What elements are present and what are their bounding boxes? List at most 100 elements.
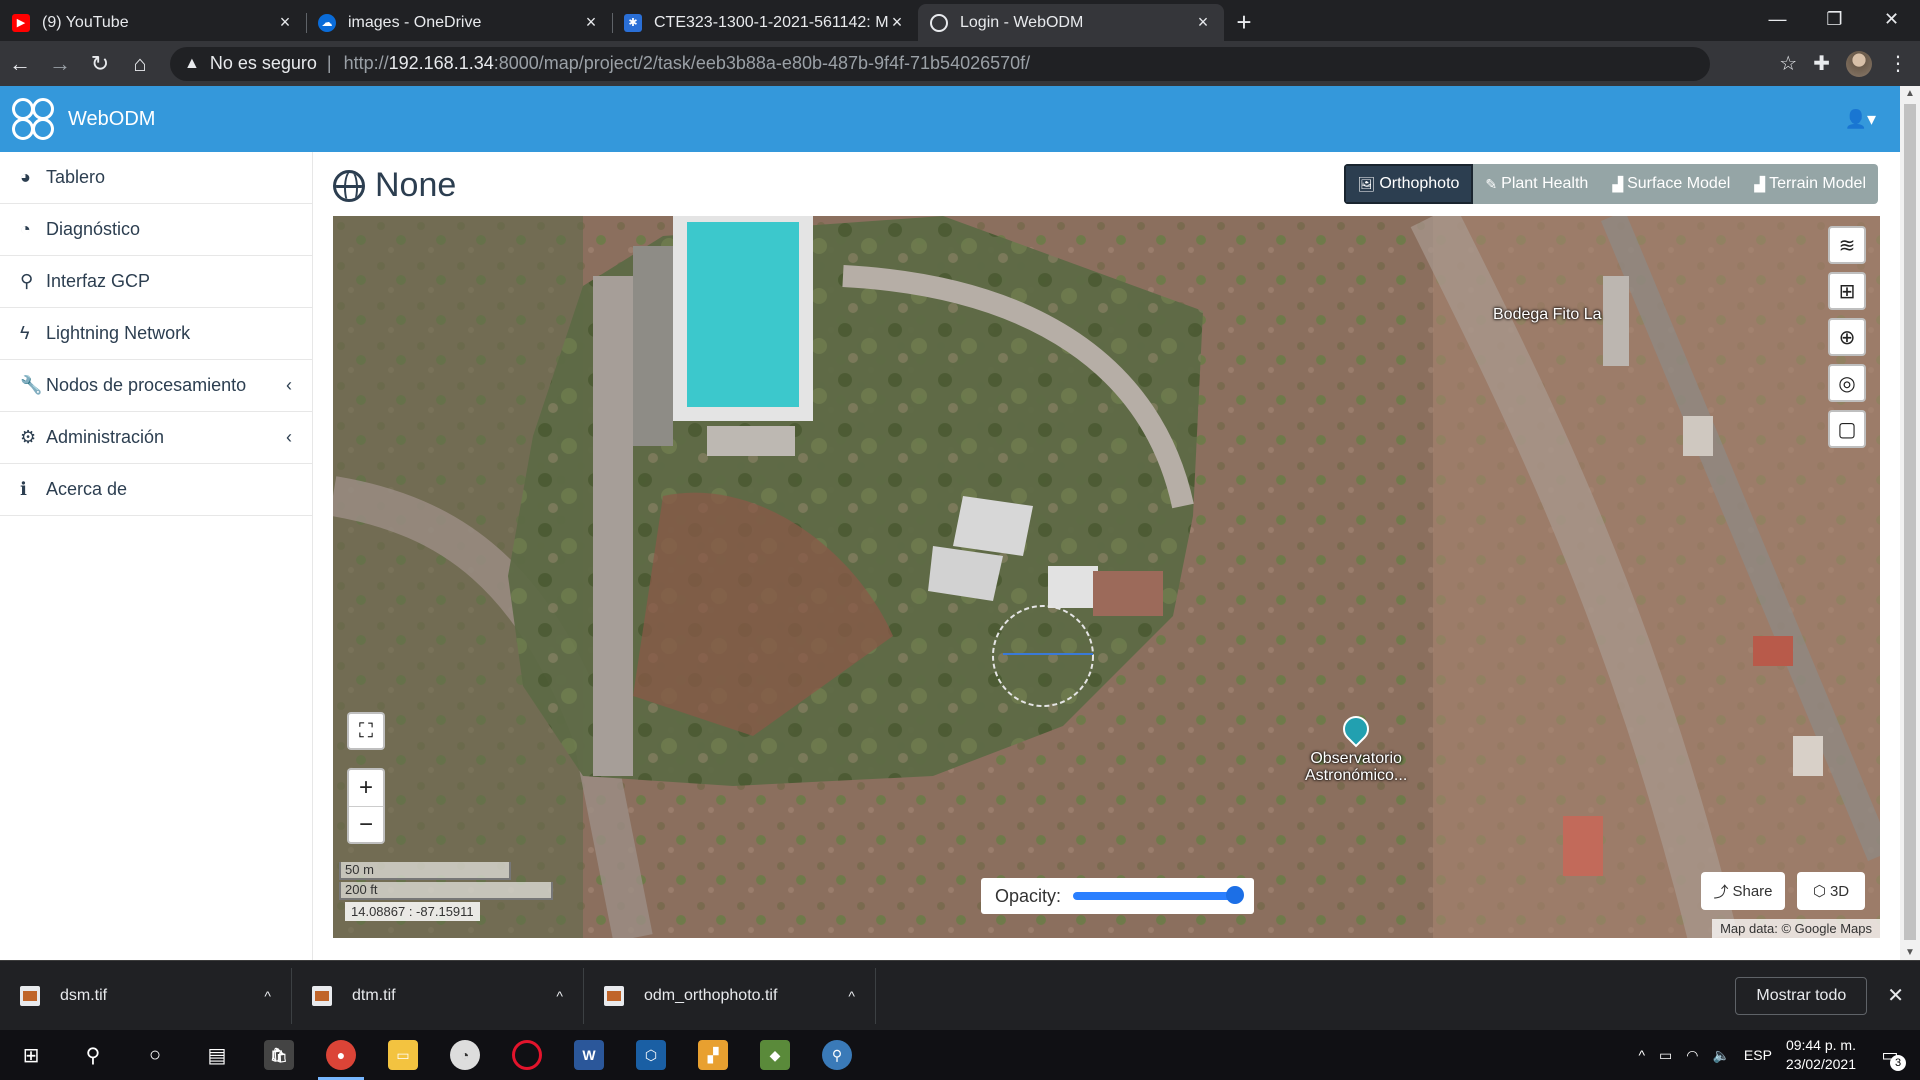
- store-icon[interactable]: 🛍: [248, 1030, 310, 1080]
- close-tab-icon[interactable]: ×: [1194, 12, 1212, 33]
- sidebar-item-interfaz-gcp[interactable]: ⚲ Interfaz GCP: [0, 256, 312, 308]
- bookmark-star-icon[interactable]: ☆: [1779, 51, 1797, 76]
- download-item[interactable]: dtm.tif ^: [292, 967, 584, 1024]
- download-item[interactable]: odm_orthophoto.tif ^: [584, 967, 876, 1024]
- browser-tab-webodm[interactable]: Login - WebODM ×: [918, 4, 1224, 41]
- browser-tab-moodle[interactable]: ✱ CTE323-1300-1-2021-561142: M... ×: [612, 4, 918, 41]
- volume-icon[interactable]: 🔈: [1712, 1047, 1729, 1064]
- chevron-up-icon[interactable]: ^: [264, 988, 271, 1004]
- address-separator: |: [326, 53, 332, 73]
- language-indicator[interactable]: ESP: [1744, 1047, 1772, 1063]
- map-viewer[interactable]: ≋ ⊞ ⊕ ◎ ▢ ⛶ + − 50 m 200 ft 14.08867 : -…: [333, 216, 1880, 938]
- chevron-up-icon[interactable]: ^: [848, 988, 855, 1004]
- page-scrollbar[interactable]: ▲ ▼: [1900, 86, 1920, 960]
- scale-bar-imperial: 200 ft: [339, 882, 553, 900]
- app-search-icon[interactable]: ⚲: [806, 1030, 868, 1080]
- map-marker-icon: ⚲: [20, 271, 34, 291]
- zoom-in-button[interactable]: +: [349, 770, 383, 806]
- contours-icon[interactable]: ◎: [1828, 364, 1866, 402]
- sidebar-item-diagnostico[interactable]: ◔ Diagnóstico: [0, 204, 312, 256]
- download-item[interactable]: dsm.tif ^: [0, 967, 292, 1024]
- security-label[interactable]: No es seguro: [210, 53, 317, 74]
- sidebar-item-label: Nodos de procesamiento: [46, 375, 247, 395]
- forward-arrow-icon[interactable]: →: [40, 44, 80, 84]
- scrollbar-thumb[interactable]: [1904, 104, 1916, 940]
- webodm-logo-icon[interactable]: [12, 98, 54, 140]
- reload-icon[interactable]: ↻: [80, 44, 120, 84]
- brand-name[interactable]: WebODM: [68, 108, 155, 131]
- close-icon[interactable]: ✕: [1887, 983, 1904, 1008]
- cube-icon: ⬡: [1812, 883, 1826, 900]
- measure-icon[interactable]: ▢: [1828, 410, 1866, 448]
- task-view-icon[interactable]: ▤: [186, 1030, 248, 1080]
- warning-icon[interactable]: ▲: [184, 55, 200, 73]
- show-all-downloads-button[interactable]: Mostrar todo: [1735, 976, 1868, 1015]
- chevron-up-icon[interactable]: ^: [1638, 1047, 1645, 1063]
- opera-icon[interactable]: [496, 1030, 558, 1080]
- user-menu-icon[interactable]: 👤▾: [1845, 109, 1876, 130]
- clock-app-icon[interactable]: ◔: [434, 1030, 496, 1080]
- address-bar[interactable]: ▲ No es seguro | http://192.168.1.34:800…: [170, 46, 1710, 81]
- chevron-up-icon[interactable]: ^: [556, 988, 563, 1004]
- close-window-icon[interactable]: ✕: [1863, 0, 1920, 38]
- download-filename: odm_orthophoto.tif: [644, 986, 778, 1004]
- taskbar-clock[interactable]: 09:44 p. m. 23/02/2021: [1786, 1036, 1856, 1074]
- plant-health-button[interactable]: ✎ Plant Health: [1473, 164, 1600, 204]
- share-icon: ⤴: [1713, 883, 1729, 901]
- chrome-icon[interactable]: ●: [310, 1030, 372, 1080]
- windows-start-icon[interactable]: ⊞: [0, 1030, 62, 1080]
- sidebar-item-label: Interfaz GCP: [46, 271, 151, 291]
- dashboard-icon: ◕: [20, 167, 31, 187]
- scroll-up-arrow-icon[interactable]: ▲: [1900, 88, 1920, 99]
- surface-model-button[interactable]: ▟ Surface Model: [1600, 164, 1742, 204]
- virtualbox-icon[interactable]: ⬡: [620, 1030, 682, 1080]
- cortana-icon[interactable]: ○: [124, 1030, 186, 1080]
- sidebar-item-nodos[interactable]: 🔧 Nodos de procesamiento ‹: [0, 360, 312, 412]
- fullscreen-icon[interactable]: ⛶: [347, 712, 385, 750]
- terrain-model-button[interactable]: ▟ Terrain Model: [1742, 164, 1878, 204]
- extensions-puzzle-icon[interactable]: ✚: [1813, 51, 1830, 76]
- notifications-icon[interactable]: ▭ 3: [1870, 1035, 1910, 1075]
- sidebar-item-acerca-de[interactable]: ℹ Acerca de: [0, 464, 312, 516]
- sidebar-item-tablero[interactable]: ◕ Tablero: [0, 152, 312, 204]
- scroll-down-arrow-icon[interactable]: ▼: [1900, 947, 1920, 958]
- browser-tab-youtube[interactable]: ▶ (9) YouTube ×: [0, 4, 306, 41]
- app-icon[interactable]: ◆: [744, 1030, 806, 1080]
- page-title: None: [333, 166, 456, 205]
- grid-icon[interactable]: ⊞: [1828, 272, 1866, 310]
- windows-taskbar: ⊞ ⚲ ○ ▤ 🛍 ● ▭ ◔ W ⬡ ▞ ◆ ⚲ ^ ▭ ◠ 🔈 ESP 09…: [0, 1030, 1920, 1080]
- add-plus-circle-icon[interactable]: ⊕: [1828, 318, 1866, 356]
- sidebar-item-administracion[interactable]: ⚙ Administración ‹: [0, 412, 312, 464]
- browser-tab-onedrive[interactable]: ☁ images - OneDrive ×: [306, 4, 612, 41]
- home-icon[interactable]: ⌂: [120, 44, 160, 84]
- close-tab-icon[interactable]: ×: [582, 12, 600, 33]
- sidebar-item-lightning-network[interactable]: ϟ Lightning Network: [0, 308, 312, 360]
- 3d-button[interactable]: ⬡ 3D: [1797, 872, 1865, 910]
- restore-icon[interactable]: ❐: [1806, 0, 1863, 38]
- chevron-left-icon: ‹: [286, 375, 292, 395]
- onedrive-icon: ☁: [318, 13, 336, 32]
- new-tab-button[interactable]: +: [1224, 4, 1264, 41]
- map-attribution: Map data: © Google Maps: [1712, 919, 1880, 938]
- sidebar: ◕ Tablero ◔ Diagnóstico ⚲ Interfaz GCP ϟ…: [0, 152, 313, 960]
- layers-icon[interactable]: ≋: [1828, 226, 1866, 264]
- close-tab-icon[interactable]: ×: [276, 12, 294, 33]
- battery-icon[interactable]: ▭: [1659, 1047, 1672, 1064]
- zoom-out-button[interactable]: −: [349, 806, 383, 842]
- opacity-slider[interactable]: [1073, 886, 1244, 904]
- browser-tab-strip: ▶ (9) YouTube × ☁ images - OneDrive × ✱ …: [0, 0, 1920, 41]
- file-explorer-icon[interactable]: ▭: [372, 1030, 434, 1080]
- search-icon[interactable]: ⚲: [62, 1030, 124, 1080]
- more-menu-icon[interactable]: ⋮: [1888, 51, 1908, 76]
- back-arrow-icon[interactable]: ←: [0, 44, 40, 84]
- orthophoto-button[interactable]: 🖼 Orthophoto: [1343, 164, 1474, 204]
- wifi-icon[interactable]: ◠: [1686, 1047, 1698, 1064]
- minimize-icon[interactable]: —: [1749, 0, 1806, 38]
- word-icon[interactable]: W: [558, 1030, 620, 1080]
- 3d-label: 3D: [1829, 882, 1850, 900]
- url-text[interactable]: http://192.168.1.34:8000/map/project/2/t…: [344, 53, 1031, 74]
- share-button[interactable]: ⤴ Share: [1701, 872, 1785, 910]
- close-tab-icon[interactable]: ×: [888, 12, 906, 33]
- app-icon[interactable]: ▞: [682, 1030, 744, 1080]
- profile-avatar[interactable]: [1846, 50, 1872, 77]
